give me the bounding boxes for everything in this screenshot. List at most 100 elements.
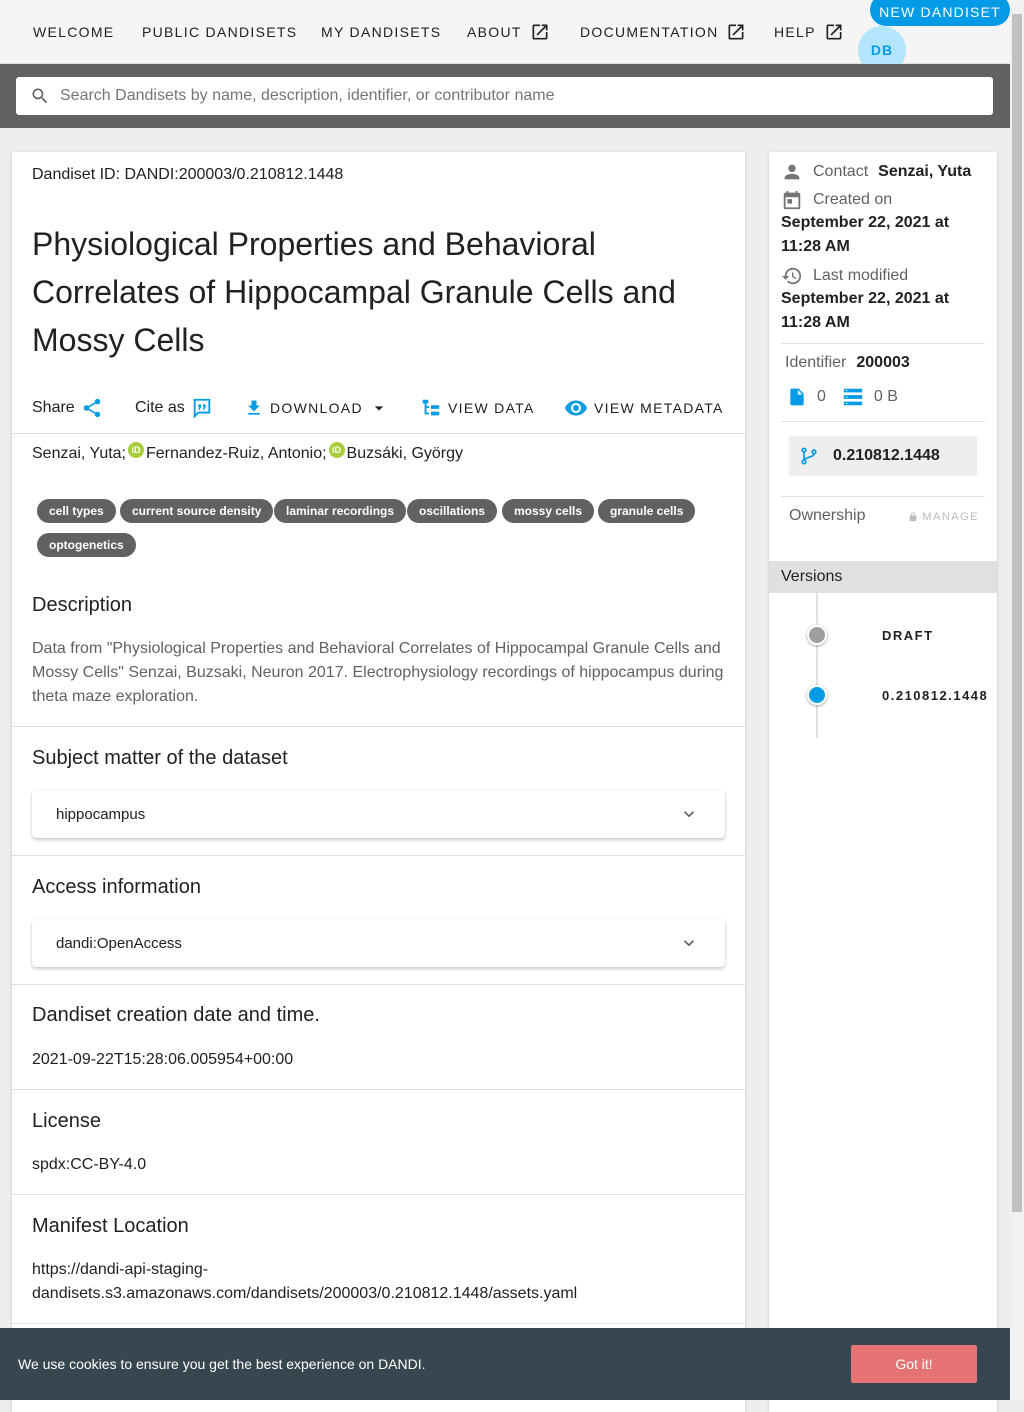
search-bar-container [0, 64, 1010, 128]
version-dot-published[interactable] [807, 685, 827, 705]
caret-down-icon [374, 406, 384, 411]
creation-date-value: 2021-09-22T15:28:06.005954+00:00 [32, 1051, 294, 1068]
nav-about-label: ABOUT [467, 24, 522, 40]
top-navbar: WELCOME PUBLIC DANDISETS MY DANDISETS AB… [0, 0, 1010, 74]
current-version-chip[interactable]: 0.210812.1448 [789, 436, 977, 476]
dandiset-main-card: Dandiset ID: DANDI:200003/0.210812.1448 … [12, 152, 745, 1412]
contact-row: Contact Senzai, Yuta [781, 161, 971, 183]
version-item-published[interactable]: 0.210812.1448 [882, 688, 988, 703]
modified-date-line: September 22, 2021 at [781, 290, 950, 307]
nav-help[interactable]: HELP [774, 22, 844, 42]
subject-expansion-panel[interactable]: hippocampus [32, 790, 725, 838]
action-bar: Share Cite as DOWNLOAD VIEW DATA VIEW ME… [32, 394, 732, 422]
ownership-label: Ownership [789, 507, 866, 524]
author-name[interactable]: Fernandez-Ruiz, Antonio; [146, 445, 327, 463]
keyword-chip: current source density [120, 499, 274, 523]
manifest-url-line: https://dandi-api-staging- [32, 1261, 209, 1278]
view-metadata-button[interactable]: VIEW METADATA [564, 394, 724, 422]
nav-my-dandisets[interactable]: MY DANDISETS [321, 22, 441, 42]
creation-date-heading: Dandiset creation date and time. [32, 1004, 320, 1026]
ownership-row: Ownership MANAGE [789, 507, 979, 525]
view-metadata-label: VIEW METADATA [594, 400, 724, 416]
nav-public-dandisets-label: PUBLIC DANDISETS [142, 24, 298, 40]
created-date: September 22, 2021 at 11:28 AM [781, 211, 981, 259]
dandiset-title: Physiological Properties and Behavioral … [32, 226, 676, 358]
search-icon [32, 88, 48, 104]
nav-documentation-label: DOCUMENTATION [580, 24, 719, 40]
nav-documentation[interactable]: DOCUMENTATION [580, 22, 746, 42]
access-value: dandi:OpenAccess [56, 934, 182, 952]
scrollbar-thumb[interactable] [1012, 14, 1022, 1212]
versions-header: Versions [769, 561, 997, 593]
lock-icon [909, 512, 917, 522]
file-tree-icon [422, 399, 440, 416]
current-version-label: 0.210812.1448 [833, 447, 940, 464]
cookie-text: We use cookies to ensure you get the bes… [18, 1356, 426, 1372]
author-name[interactable]: Buzsáki, György [347, 445, 463, 463]
chevron-down-icon [684, 811, 694, 818]
format-quote-icon [193, 398, 211, 419]
view-data-button[interactable]: VIEW DATA [420, 394, 535, 422]
file-count: 0 [817, 388, 826, 405]
description-text: Data from "Physiological Properties and … [32, 640, 724, 705]
nav-help-label: HELP [774, 24, 816, 40]
share-button[interactable]: Share [32, 394, 103, 422]
calendar-icon [783, 190, 801, 210]
new-dandiset-button[interactable]: NEW DANDISET [870, 0, 1010, 26]
download-menu-button[interactable]: DOWNLOAD [244, 394, 389, 422]
manifest-heading: Manifest Location [32, 1215, 189, 1237]
download-label: DOWNLOAD [270, 400, 363, 416]
divider [12, 1323, 745, 1324]
nav-welcome[interactable]: WELCOME [33, 22, 114, 42]
access-expansion-panel[interactable]: dandi:OpenAccess [32, 919, 725, 967]
created-date-line: September 22, 2021 at [781, 214, 950, 231]
divider [12, 855, 745, 856]
subject-value: hippocampus [56, 805, 146, 823]
keyword-chip: cell types [37, 499, 116, 523]
divider [12, 1194, 745, 1195]
total-size: 0 B [873, 388, 898, 405]
nav-my-dandisets-label: MY DANDISETS [321, 24, 442, 40]
page-scrollbar[interactable] [1010, 0, 1024, 1400]
version-dot-draft[interactable] [807, 625, 827, 645]
nav-public-dandisets[interactable]: PUBLIC DANDISETS [142, 22, 297, 42]
modified-row: Last modified [781, 265, 908, 287]
chevron-down-icon [684, 940, 694, 947]
search-box [16, 77, 993, 115]
dandiset-sidebar: Contact Senzai, Yuta Created on Septembe… [769, 152, 997, 1412]
cite-as-button[interactable]: Cite as [135, 394, 213, 422]
divider [781, 496, 985, 497]
view-data-label: VIEW DATA [448, 400, 535, 416]
identifier-value: 200003 [856, 354, 910, 371]
manage-label: MANAGE [922, 511, 979, 523]
nav-about[interactable]: ABOUT [467, 22, 550, 42]
divider [12, 1089, 745, 1090]
open-in-new-icon [532, 24, 548, 40]
manage-owners-button[interactable]: MANAGE [908, 511, 979, 523]
divider [12, 726, 745, 727]
cookie-accept-button[interactable]: Got it! [851, 1345, 977, 1383]
storage-icon [843, 388, 863, 406]
orcid-icon[interactable]: iD [128, 442, 144, 458]
identifier-label: Identifier [785, 354, 847, 371]
open-in-new-icon [826, 24, 842, 40]
author-list: Senzai, Yuta; iD Fernandez-Ruiz, Antonio… [32, 442, 463, 463]
dandiset-id: Dandiset ID: DANDI:200003/0.210812.1448 [32, 166, 344, 183]
stats-row: 0 0 B [787, 386, 898, 408]
divider [781, 343, 985, 344]
keyword-chip: laminar recordings [274, 499, 407, 523]
search-input[interactable] [58, 86, 978, 106]
access-heading: Access information [32, 876, 201, 898]
cookie-banner: We use cookies to ensure you get the bes… [0, 1328, 1010, 1400]
divider [12, 433, 745, 434]
created-date-line: 11:28 AM [781, 238, 850, 255]
author-name[interactable]: Senzai, Yuta; [32, 445, 126, 463]
modified-date-line: 11:28 AM [781, 314, 850, 331]
person-icon [784, 164, 800, 180]
contact-label: Contact [813, 163, 869, 180]
created-label: Created on [813, 191, 893, 208]
modified-label: Last modified [813, 267, 909, 284]
subject-heading: Subject matter of the dataset [32, 747, 288, 769]
version-item-draft[interactable]: DRAFT [882, 628, 934, 643]
orcid-icon[interactable]: iD [328, 442, 345, 458]
